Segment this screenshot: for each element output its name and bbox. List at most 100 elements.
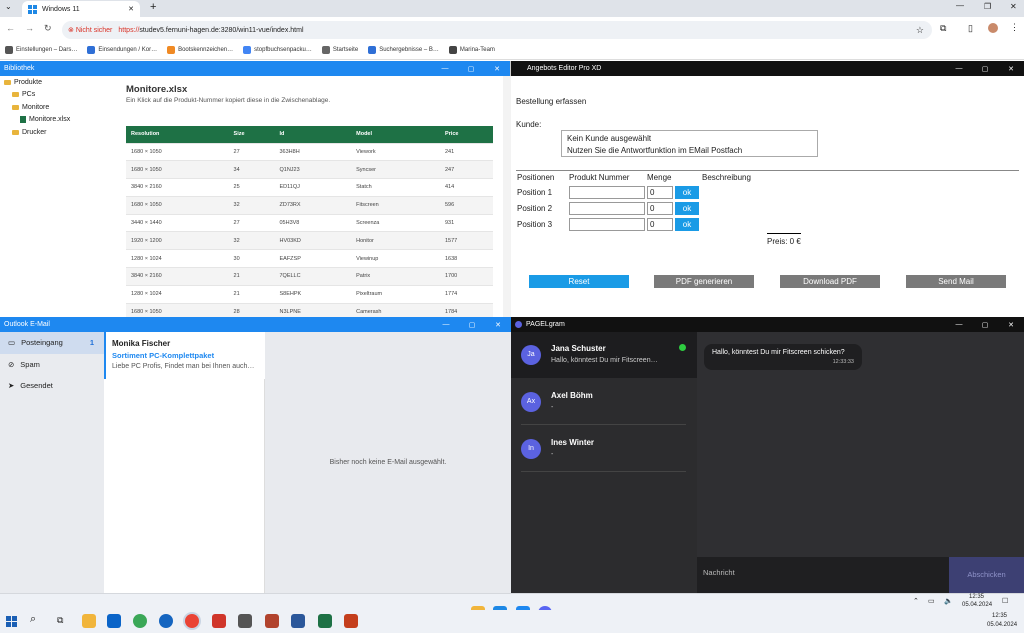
clock-time-lower[interactable]: 12:35 — [992, 613, 1007, 619]
clock-date-lower[interactable]: 05.04.2024 — [987, 622, 1017, 628]
start-menu-icon[interactable] — [6, 616, 17, 627]
product-id-cell[interactable]: Q1NJ23 — [274, 160, 352, 179]
extensions-icon[interactable]: ⧉ — [940, 23, 946, 34]
close-icon[interactable]: ✕ — [998, 321, 1024, 329]
bookmark-item[interactable]: Einstellungen – Dars… — [5, 46, 77, 54]
maximize-icon[interactable]: ▢ — [458, 65, 484, 73]
acrobat-icon[interactable] — [212, 614, 226, 628]
ok-button[interactable]: ok — [675, 218, 699, 231]
minimize-icon[interactable]: — — [946, 65, 972, 73]
product-id-cell[interactable]: ZD73RX — [274, 195, 352, 215]
contact-item[interactable]: In Ines Winter - — [511, 426, 697, 472]
search-icon[interactable]: ⌕ — [30, 613, 36, 626]
not-secure-badge[interactable]: ⊗ Nicht sicher — [68, 26, 112, 34]
edge-icon[interactable] — [159, 614, 173, 628]
product-number-input[interactable] — [569, 218, 645, 231]
send-message-button[interactable]: Abschicken — [949, 557, 1024, 593]
folder-spam[interactable]: ⊘ Spam — [0, 354, 104, 376]
browser-tab[interactable]: Windows 11 ✕ — [22, 1, 140, 17]
download-pdf-button[interactable]: Download PDF — [780, 275, 880, 288]
tree-item[interactable]: Monitore — [0, 101, 110, 114]
column-header[interactable]: Resolution — [126, 126, 229, 143]
word-icon[interactable] — [291, 614, 305, 628]
product-id-cell[interactable]: 7QELLC — [274, 267, 352, 286]
column-header[interactable]: Price — [440, 126, 493, 143]
pdf-generate-button[interactable]: PDF generieren — [654, 275, 754, 288]
contact-item[interactable]: Ja Jana Schuster Hallo, könntest Du mir Fi… — [511, 332, 697, 378]
calculator-icon[interactable] — [238, 614, 252, 628]
excel-icon[interactable] — [318, 614, 332, 628]
quantity-input[interactable]: 0 — [647, 202, 673, 215]
bookmark-item[interactable]: Suchergebnisse – B… — [368, 46, 439, 54]
explorer-taskbar-icon[interactable] — [82, 614, 96, 628]
send-mail-button[interactable]: Send Mail — [906, 275, 1006, 288]
close-icon[interactable]: ✕ — [485, 321, 511, 329]
minimize-icon[interactable]: — — [433, 321, 459, 329]
product-id-cell[interactable]: S8EHPK — [274, 284, 352, 304]
tab-list-chevron-icon[interactable]: ⌄ — [5, 2, 12, 11]
new-tab-button[interactable]: + — [150, 1, 156, 13]
tree-item[interactable]: Monitore.xlsx — [0, 114, 110, 127]
reload-icon[interactable]: ↻ — [44, 23, 52, 34]
mail-item[interactable]: Monika Fischer Sortiment PC-Komplettpake… — [104, 332, 265, 379]
close-icon[interactable]: ✕ — [484, 65, 510, 73]
tree-item[interactable]: Drucker — [0, 126, 110, 139]
tray-chevron-icon[interactable]: ⌃ — [913, 597, 919, 605]
close-icon[interactable]: ✕ — [998, 65, 1024, 73]
product-id-cell[interactable]: 05H3V8 — [274, 213, 352, 232]
forward-icon[interactable]: → — [25, 23, 34, 33]
quantity-input[interactable]: 0 — [647, 186, 673, 199]
bibliothek-titlebar[interactable]: Bibliothek — ▢ ✕ — [0, 61, 510, 76]
pagelgram-titlebar[interactable]: PAGELgram — ▢ ✕ — [511, 317, 1024, 332]
folder-posteingang[interactable]: ▭ Posteingang 1 — [0, 332, 104, 354]
task-view-icon[interactable]: ⧉ — [57, 615, 63, 626]
chrome-icon[interactable] — [185, 614, 199, 628]
maximize-icon[interactable]: ▢ — [972, 65, 998, 73]
clock-date[interactable]: 05.04.2024 — [962, 602, 992, 608]
browser-menu-icon[interactable]: ⋮ — [1010, 22, 1019, 33]
folder-gesendet[interactable]: ➤ Gesendet — [0, 375, 104, 397]
maximize-icon[interactable]: ▢ — [459, 321, 485, 329]
close-browser-icon[interactable]: ✕ — [1010, 2, 1017, 11]
outlook-taskbar-icon[interactable] — [107, 614, 121, 628]
tab-close-icon[interactable]: ✕ — [128, 5, 134, 13]
reset-button[interactable]: Reset — [529, 275, 629, 288]
message-input[interactable]: Nachricht — [697, 557, 949, 593]
contact-item[interactable]: Ax Axel Böhm - — [511, 379, 697, 425]
bookmark-item[interactable]: Bootskennzeichen… — [167, 46, 233, 54]
minimize-icon[interactable]: — — [946, 321, 972, 329]
minimize-browser-icon[interactable]: — — [956, 1, 964, 10]
volume-icon[interactable]: 🔈 — [944, 597, 953, 605]
ok-button[interactable]: ok — [675, 186, 699, 199]
restore-browser-icon[interactable]: ❐ — [984, 2, 991, 11]
bookmark-item[interactable]: stopfbuchsenpacku… — [243, 46, 312, 54]
back-icon[interactable]: ← — [6, 23, 15, 33]
bookmark-item[interactable]: Startseite — [321, 46, 358, 54]
product-number-input[interactable] — [569, 186, 645, 199]
app-icon[interactable] — [265, 614, 279, 628]
product-id-cell[interactable]: 363H8H — [274, 142, 352, 161]
scrollbar[interactable] — [503, 76, 511, 317]
quantity-input[interactable]: 0 — [647, 218, 673, 231]
column-header[interactable]: Model — [351, 126, 440, 143]
product-number-input[interactable] — [569, 202, 645, 215]
minimize-icon[interactable]: — — [432, 65, 458, 73]
product-id-cell[interactable]: HV03KD — [274, 231, 352, 250]
bookmark-item[interactable]: Marina-Team — [448, 46, 495, 54]
maximize-icon[interactable]: ▢ — [972, 321, 998, 329]
sidepanel-icon[interactable]: ▯ — [968, 23, 973, 34]
column-header[interactable]: Id — [274, 126, 352, 143]
battery-icon[interactable]: ▭ — [928, 597, 935, 605]
bookmark-item[interactable]: Einsendungen / Kor… — [87, 46, 157, 54]
ok-button[interactable]: ok — [675, 202, 699, 215]
angebots-titlebar[interactable]: Angebots Editor Pro XD — ▢ ✕ — [511, 61, 1024, 76]
outlook-titlebar[interactable]: Outlook E-Mail — ▢ ✕ — [0, 317, 511, 332]
address-bar[interactable]: ⊗ Nicht sicher https:// studev5.fernuni-… — [62, 21, 932, 39]
bookmark-star-icon[interactable]: ☆ — [916, 25, 924, 36]
powerpoint-icon[interactable] — [344, 614, 358, 628]
chrome-alt-icon[interactable] — [133, 614, 147, 628]
profile-avatar[interactable] — [988, 23, 998, 33]
product-id-cell[interactable]: EAFZSP — [274, 249, 352, 268]
product-id-cell[interactable]: ED11QJ — [274, 178, 352, 197]
clock-time[interactable]: 12:35 — [969, 594, 984, 600]
